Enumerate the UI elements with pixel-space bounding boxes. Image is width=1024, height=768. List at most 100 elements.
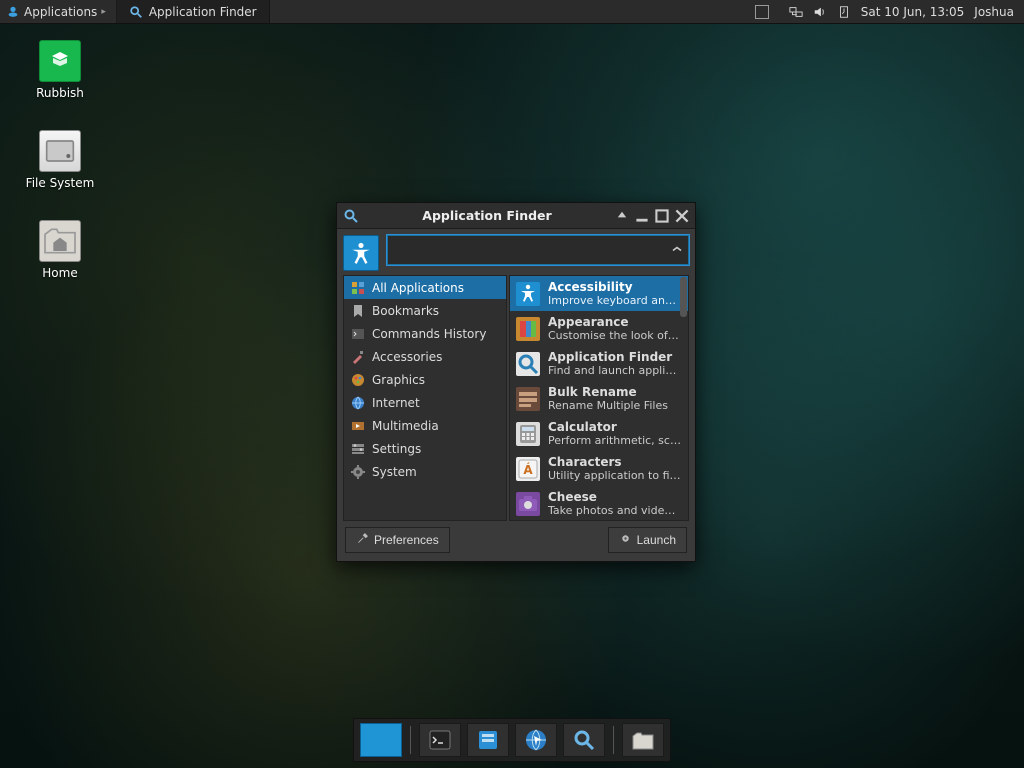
category-bookmarks[interactable]: Bookmarks (344, 299, 506, 322)
dock-app-finder[interactable] (563, 723, 605, 757)
app-item-bulk-rename[interactable]: Bulk RenameRename Multiple Files (510, 381, 688, 416)
app-desc: Customise the look of… (548, 329, 679, 342)
dock-home-folder[interactable] (622, 723, 664, 757)
app-item-appearance[interactable]: AppearanceCustomise the look of… (510, 311, 688, 346)
desktop-icon-home[interactable]: Home (20, 220, 100, 280)
desktop-icon-filesystem[interactable]: File System (20, 130, 100, 190)
window-title: Application Finder (365, 208, 609, 223)
app-item-cheese[interactable]: CheeseTake photos and video… (510, 486, 688, 520)
app-desc: Rename Multiple Files (548, 399, 668, 412)
button-label: Preferences (374, 533, 439, 547)
category-internet[interactable]: Internet (344, 391, 506, 414)
desktop-icon-label: File System (26, 176, 95, 190)
app-desc: Improve keyboard and… (548, 294, 682, 307)
application-finder-window: Application Finder All Applications (336, 202, 696, 562)
category-label: Accessories (372, 350, 442, 364)
volume-icon[interactable] (813, 5, 827, 19)
app-name: Application Finder (548, 350, 682, 364)
power-icon[interactable] (837, 5, 851, 19)
history-icon (350, 326, 366, 342)
desktop-icons: Rubbish File System Home (20, 40, 100, 280)
application-list: AccessibilityImprove keyboard and… Appea… (509, 275, 689, 521)
dock-file-manager[interactable] (467, 723, 509, 757)
category-commands-history[interactable]: Commands History (344, 322, 506, 345)
app-item-calculator[interactable]: CalculatorPerform arithmetic, sc… (510, 416, 688, 451)
category-all-applications[interactable]: All Applications (344, 276, 506, 299)
separator (613, 726, 614, 754)
trash-icon (39, 40, 81, 82)
category-graphics[interactable]: Graphics (344, 368, 506, 391)
scrollbar[interactable] (680, 277, 687, 317)
titlebar[interactable]: Application Finder (337, 203, 695, 229)
category-settings[interactable]: Settings (344, 437, 506, 460)
preferences-button[interactable]: Preferences (345, 527, 450, 553)
category-label: Graphics (372, 373, 425, 387)
accessibility-icon (343, 235, 379, 271)
indicator-area: Sat 10 Jun, 13:05 Joshua (779, 0, 1024, 23)
user-label[interactable]: Joshua (974, 5, 1014, 19)
bookmark-icon (350, 303, 366, 319)
xfce-logo-icon (6, 5, 20, 19)
app-item-characters[interactable]: Á CharactersUtility application to fi… (510, 451, 688, 486)
network-icon[interactable] (789, 5, 803, 19)
gear-icon (619, 532, 632, 548)
dock-web-browser[interactable] (515, 723, 557, 757)
category-label: Commands History (372, 327, 486, 341)
app-desc: Take photos and video… (548, 504, 682, 517)
category-label: Multimedia (372, 419, 439, 433)
desktop-icon-label: Home (42, 266, 77, 280)
graphics-icon (350, 372, 366, 388)
taskbar-item-label: Application Finder (149, 5, 257, 19)
multimedia-icon (350, 418, 366, 434)
top-panel: Applications ▸ Application Finder Sat 10… (0, 0, 1024, 24)
category-system[interactable]: System (344, 460, 506, 483)
drive-icon (39, 130, 81, 172)
desktop-icon-rubbish[interactable]: Rubbish (20, 40, 100, 100)
app-name: Bulk Rename (548, 385, 668, 399)
app-desc: Perform arithmetic, sc… (548, 434, 681, 447)
applications-menu-button[interactable]: Applications ▸ (0, 0, 117, 23)
category-accessories[interactable]: Accessories (344, 345, 506, 368)
category-label: Settings (372, 442, 421, 456)
close-button[interactable] (675, 209, 689, 223)
app-name: Appearance (548, 315, 679, 329)
dock (353, 718, 671, 762)
magnifier-icon (129, 5, 143, 19)
magnifier-icon (343, 208, 359, 224)
category-multimedia[interactable]: Multimedia (344, 414, 506, 437)
category-label: All Applications (372, 281, 464, 295)
category-list: All Applications Bookmarks Commands Hist… (343, 275, 507, 521)
maximize-button[interactable] (655, 209, 669, 223)
camera-icon (516, 492, 540, 516)
globe-icon (350, 395, 366, 411)
dock-terminal[interactable] (419, 723, 461, 757)
accessibility-icon (516, 282, 540, 306)
minimize-button[interactable] (635, 209, 649, 223)
appearance-icon (516, 317, 540, 341)
workspace-switcher[interactable] (755, 5, 769, 19)
accessories-icon (350, 349, 366, 365)
dock-show-desktop[interactable] (360, 723, 402, 757)
wrench-icon (356, 532, 369, 548)
category-label: Bookmarks (372, 304, 439, 318)
launch-button[interactable]: Launch (608, 527, 687, 553)
separator (410, 726, 411, 754)
app-item-accessibility[interactable]: AccessibilityImprove keyboard and… (510, 276, 688, 311)
taskbar-item-application-finder[interactable]: Application Finder (117, 0, 270, 23)
search-input[interactable] (387, 235, 689, 265)
shade-button[interactable] (615, 209, 629, 223)
app-desc: Utility application to fi… (548, 469, 681, 482)
app-name: Cheese (548, 490, 682, 504)
all-apps-icon (350, 280, 366, 296)
app-name: Accessibility (548, 280, 682, 294)
app-item-application-finder[interactable]: Application FinderFind and launch applic… (510, 346, 688, 381)
applications-menu-label: Applications (24, 5, 97, 19)
settings-icon (350, 441, 366, 457)
desktop-icon-label: Rubbish (36, 86, 84, 100)
characters-icon: Á (516, 457, 540, 481)
app-name: Characters (548, 455, 681, 469)
svg-text:Á: Á (523, 462, 533, 477)
clock[interactable]: Sat 10 Jun, 13:05 (861, 5, 965, 19)
app-desc: Find and launch applic… (548, 364, 682, 377)
chevron-right-icon: ▸ (101, 7, 106, 17)
